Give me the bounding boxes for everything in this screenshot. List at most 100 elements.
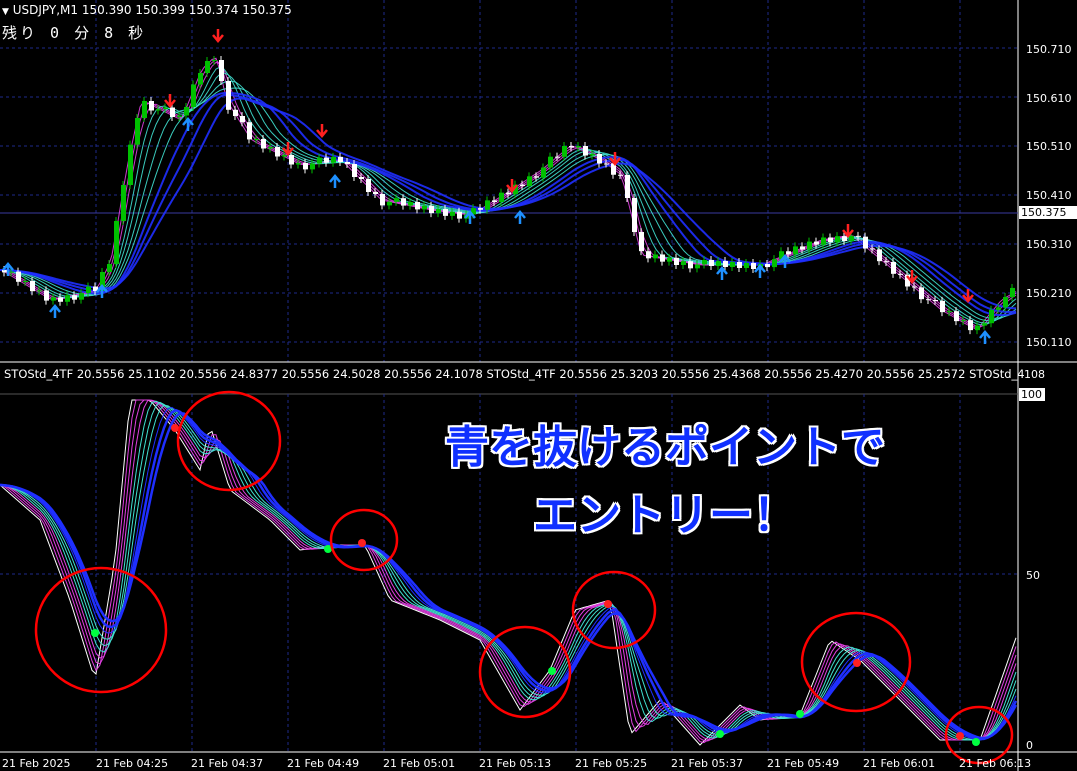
candle-body xyxy=(744,263,749,268)
indicator-header: STOStd_4TF 20.5556 25.1102 20.5556 24.83… xyxy=(4,367,1025,381)
candle-body xyxy=(366,179,371,192)
candle-body xyxy=(149,101,154,111)
candle-body xyxy=(2,270,7,273)
candle-body xyxy=(282,155,287,157)
candle-body xyxy=(933,300,938,301)
candle-body xyxy=(233,109,238,116)
candle-body xyxy=(408,202,413,206)
candle-body xyxy=(821,237,826,245)
candle-body xyxy=(786,251,791,255)
candle-body xyxy=(478,208,483,210)
candle-body xyxy=(219,60,224,81)
current-price-label: 150.375 xyxy=(1019,206,1077,219)
candle-body xyxy=(72,295,77,300)
triangle-down-icon[interactable]: ▼ xyxy=(2,7,9,17)
candle-body xyxy=(317,157,322,164)
candle-body xyxy=(184,107,189,116)
candle-body xyxy=(359,177,364,179)
candle-body xyxy=(163,107,168,109)
candle-body xyxy=(709,260,714,266)
candle-body xyxy=(9,271,14,273)
candle-body xyxy=(338,156,343,162)
candle-body xyxy=(968,320,973,331)
candle-body xyxy=(814,241,819,245)
time-label: 21 Feb 05:49 xyxy=(767,757,839,770)
highlight-circle xyxy=(944,705,1014,765)
arrow-down-icon xyxy=(212,29,224,43)
candle-body xyxy=(520,184,525,186)
candle-body xyxy=(205,61,210,73)
candle-body xyxy=(177,115,182,117)
candle-body xyxy=(226,81,231,110)
candle-body xyxy=(37,290,42,292)
osc-tick-50: 50 xyxy=(1026,569,1040,582)
candle-body xyxy=(604,163,609,165)
candle-body xyxy=(527,176,532,186)
candle-body xyxy=(1003,297,1008,308)
arrow-up-icon xyxy=(754,264,766,278)
signal-dot xyxy=(604,600,612,608)
candle-body xyxy=(842,236,847,241)
candle-body xyxy=(51,297,56,301)
candle-body xyxy=(646,251,651,259)
candle-body xyxy=(954,311,959,322)
candle-body xyxy=(331,156,336,163)
candle-body xyxy=(114,221,119,264)
candle-body xyxy=(562,146,567,157)
candle-body xyxy=(429,205,434,214)
candle-body xyxy=(723,261,728,267)
candle-body xyxy=(548,156,553,168)
candle-body xyxy=(310,163,315,170)
candle-body xyxy=(632,198,637,232)
candle-body xyxy=(926,299,931,301)
candle-body xyxy=(576,146,581,148)
candle-body xyxy=(289,155,294,165)
candle-body xyxy=(268,147,273,149)
candle-body xyxy=(828,237,833,243)
candle-body xyxy=(618,174,623,176)
candle-body xyxy=(660,254,665,262)
candle-body xyxy=(275,147,280,157)
main-chart-grid xyxy=(0,0,1018,362)
candle-body xyxy=(590,154,595,156)
chart-window[interactable]: 150.710 150.610 150.510 150.410 150.310 … xyxy=(0,0,1077,771)
candle-body xyxy=(919,287,924,300)
candle-body xyxy=(156,109,161,111)
candle-body xyxy=(940,300,945,313)
arrow-up-icon xyxy=(49,304,61,318)
chart-canvas[interactable]: 150.710 150.610 150.510 150.410 150.310 … xyxy=(0,0,1077,771)
candle-body xyxy=(58,297,63,302)
candle-body xyxy=(86,286,91,294)
candle-body xyxy=(534,176,539,178)
candle-body xyxy=(947,311,952,313)
candlestick-series xyxy=(2,56,1015,335)
time-label: 21 Feb 05:37 xyxy=(671,757,743,770)
signal-dot xyxy=(716,730,724,738)
candle-body xyxy=(912,286,917,288)
candle-body xyxy=(849,235,854,241)
candle-body xyxy=(212,60,217,61)
candle-body xyxy=(128,144,133,185)
candle-body xyxy=(569,146,574,148)
price-axis: 150.710 150.610 150.510 150.410 150.310 … xyxy=(1026,43,1072,349)
candle-body xyxy=(807,241,812,250)
price-tick: 150.610 xyxy=(1026,92,1072,105)
time-label: 21 Feb 05:13 xyxy=(479,757,551,770)
candle-body xyxy=(16,271,21,282)
signal-dot xyxy=(853,659,861,667)
candle-body xyxy=(79,293,84,300)
signal-dot xyxy=(548,667,556,675)
time-label: 21 Feb 04:49 xyxy=(287,757,359,770)
candle-body xyxy=(254,139,259,140)
candle-body xyxy=(394,198,399,202)
price-tick: 150.110 xyxy=(1026,336,1072,349)
time-label: 21 Feb 06:01 xyxy=(863,757,935,770)
time-label: 21 Feb 05:25 xyxy=(575,757,647,770)
bar-countdown: 残り 0 分 8 秒 xyxy=(2,24,147,42)
candle-body xyxy=(681,261,686,265)
candle-body xyxy=(751,263,756,269)
time-label: 21 Feb 06:13 xyxy=(959,757,1031,770)
signal-dot xyxy=(358,539,366,547)
candle-body xyxy=(688,261,693,269)
candle-body xyxy=(555,156,560,158)
